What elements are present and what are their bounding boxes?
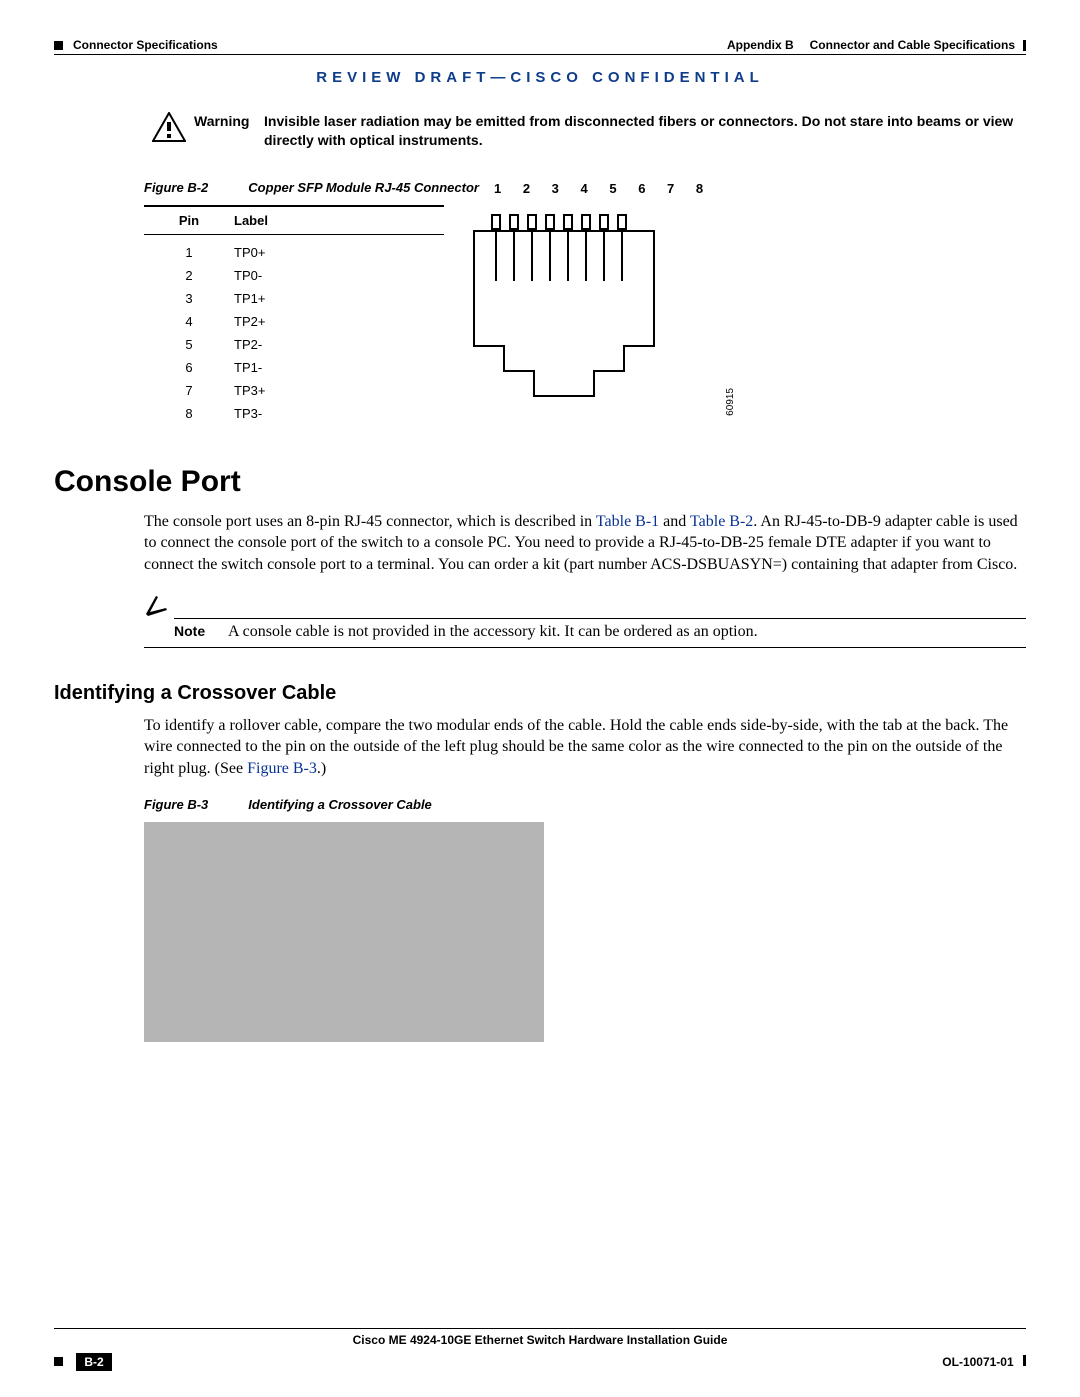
figure-b3-ref: Figure B-3	[144, 797, 208, 812]
table-row: 4TP2+	[144, 310, 444, 333]
figure-b3-caption: Figure B-3 Identifying a Crossover Cable	[144, 797, 1026, 812]
rj45-connector-icon	[454, 211, 674, 411]
figure-b2-ref: Figure B-2	[144, 180, 208, 195]
console-port-paragraph: The console port uses an 8-pin RJ-45 con…	[144, 511, 1026, 576]
rj45-pin-numbers: 1 2 3 4 5 6 7 8	[494, 181, 712, 196]
figure-b2-title: Copper SFP Module RJ-45 Connector	[248, 180, 479, 195]
warning-text: Invisible laser radiation may be emitted…	[264, 112, 1026, 150]
header-section-left: Connector Specifications	[73, 38, 218, 52]
figure-b2-content: Pin Label 1TP0+ 2TP0- 3TP1+ 4TP2+ 5TP2- …	[144, 205, 1026, 425]
running-header: Connector Specifications Appendix B Conn…	[54, 38, 1026, 52]
footer-end-bar-icon	[1023, 1355, 1026, 1366]
page-footer: Cisco ME 4924-10GE Ethernet Switch Hardw…	[54, 1328, 1026, 1371]
pin-table: Pin Label 1TP0+ 2TP0- 3TP1+ 4TP2+ 5TP2- …	[144, 205, 444, 425]
link-table-b2[interactable]: Table B-2	[690, 513, 753, 530]
table-row: 5TP2-	[144, 333, 444, 356]
table-row: 8TP3-	[144, 402, 444, 425]
header-rule	[54, 54, 1026, 55]
table-row: 1TP0+	[144, 241, 444, 264]
note-block: Note A console cable is not provided in …	[144, 594, 1026, 648]
pin-table-head-label: Label	[234, 213, 354, 228]
warning-label: Warning	[194, 112, 264, 129]
footer-book-title: Cisco ME 4924-10GE Ethernet Switch Hardw…	[353, 1333, 728, 1347]
figure-b3-image-placeholder	[144, 822, 544, 1042]
note-icon	[144, 594, 174, 623]
link-figure-b3[interactable]: Figure B-3	[247, 760, 317, 777]
header-appendix-label: Appendix B	[727, 38, 794, 52]
warning-icon	[144, 112, 194, 147]
table-row: 7TP3+	[144, 379, 444, 402]
figure-b3-title: Identifying a Crossover Cable	[248, 797, 432, 812]
header-marker-icon	[54, 41, 63, 50]
header-appendix-title: Connector and Cable Specifications	[810, 38, 1015, 52]
table-row: 2TP0-	[144, 264, 444, 287]
header-end-bar-icon	[1023, 40, 1026, 51]
rj45-diagram: 1 2 3 4 5 6 7 8	[454, 205, 714, 416]
table-row: 3TP1+	[144, 287, 444, 310]
table-row: 6TP1-	[144, 356, 444, 379]
crossover-paragraph: To identify a rollover cable, compare th…	[144, 715, 1026, 780]
note-text: A console cable is not provided in the a…	[228, 623, 1026, 641]
footer-marker-icon	[54, 1357, 63, 1366]
diagram-id: 60915	[725, 388, 736, 416]
link-table-b1[interactable]: Table B-1	[596, 513, 659, 530]
footer-doc-id: OL-10071-01	[942, 1355, 1013, 1369]
console-port-heading: Console Port	[54, 465, 1026, 499]
crossover-heading: Identifying a Crossover Cable	[54, 682, 1026, 705]
pin-table-head-pin: Pin	[144, 213, 234, 228]
note-label: Note	[174, 623, 228, 639]
page-number-badge: B-2	[76, 1353, 111, 1371]
confidential-banner: REVIEW DRAFT—CISCO CONFIDENTIAL	[54, 69, 1026, 86]
warning-block: Warning Invisible laser radiation may be…	[144, 112, 1026, 150]
